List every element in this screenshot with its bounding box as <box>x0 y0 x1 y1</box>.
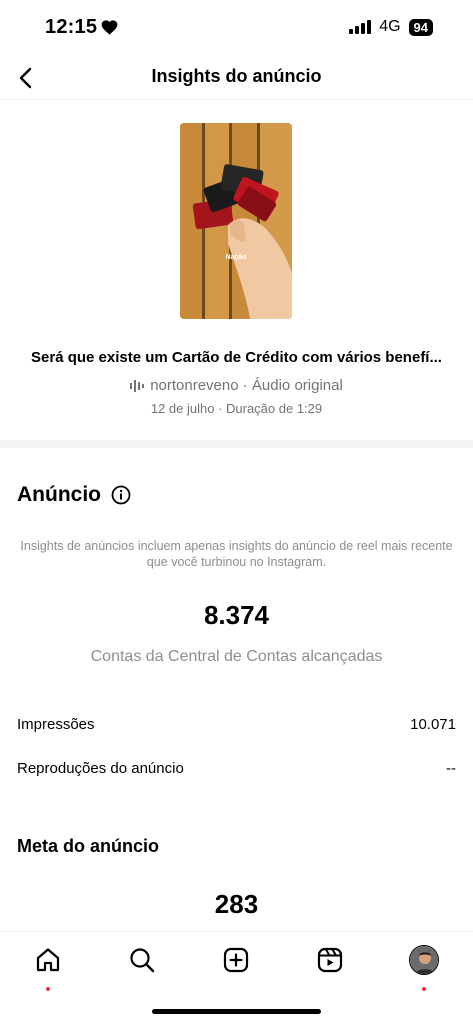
metric-row-ad-plays: Reproduções do anúncio -- <box>17 760 456 777</box>
section-divider <box>0 440 473 448</box>
tab-reels[interactable] <box>312 942 348 978</box>
tab-search[interactable] <box>124 942 160 978</box>
reach-value: 8.374 <box>203 600 270 630</box>
ad-heading-label: Anúncio <box>17 483 101 506</box>
audio-waveform-icon <box>130 379 145 392</box>
signal-icon <box>349 20 372 34</box>
home-icon <box>36 948 60 972</box>
metric-value: 10.071 <box>410 716 456 733</box>
create-icon <box>223 947 249 973</box>
goal-section-heading: Meta do anúncio <box>17 836 160 856</box>
info-icon[interactable] <box>111 485 131 505</box>
goal-value: 283 <box>214 889 259 919</box>
metric-label: Reproduções do anúncio <box>17 760 184 777</box>
tab-create[interactable] <box>218 942 254 978</box>
thumbnail-caption: Nação <box>225 254 246 261</box>
status-time: 12:15 <box>45 16 118 39</box>
reach-label: Contas da Central de Contas alcançadas <box>90 648 383 665</box>
reel-thumbnail-image: Nação <box>180 123 292 319</box>
metric-label: Impressões <box>17 716 95 733</box>
notification-dot <box>422 987 426 991</box>
reel-date-duration: 12 de julho · Duração de 1:29 <box>150 401 323 416</box>
clock: 12:15 <box>45 16 98 38</box>
reels-icon <box>317 947 343 973</box>
tab-profile[interactable] <box>406 942 442 991</box>
ad-note: Insights de anúncios incluem apenas insi… <box>20 539 453 569</box>
battery-level: 94 <box>408 18 433 36</box>
tab-home[interactable] <box>30 942 66 991</box>
ad-section-heading: Anúncio <box>17 483 131 507</box>
metric-value: -- <box>446 760 456 777</box>
reel-thumbnail[interactable]: Nação <box>180 123 292 319</box>
network-type: 4G <box>379 18 401 35</box>
audio-label: nortonreveno · Áudio original <box>150 377 343 394</box>
notification-dot <box>46 987 50 991</box>
search-icon <box>130 948 155 973</box>
page-title: Insights do anúncio <box>151 66 322 86</box>
heart-icon <box>101 20 118 35</box>
home-indicator <box>152 1009 321 1014</box>
status-bar: 12:15 4G 94 <box>0 0 473 56</box>
metric-row-impressions: Impressões 10.071 <box>17 716 456 733</box>
reel-title: Será que existe um Cartão de Crédito com… <box>31 349 442 366</box>
avatar <box>409 945 439 975</box>
reel-audio[interactable]: nortonreveno · Áudio original <box>0 377 473 394</box>
status-indicators: 4G 94 <box>349 18 433 36</box>
navigation-header: Insights do anúncio <box>0 56 473 100</box>
